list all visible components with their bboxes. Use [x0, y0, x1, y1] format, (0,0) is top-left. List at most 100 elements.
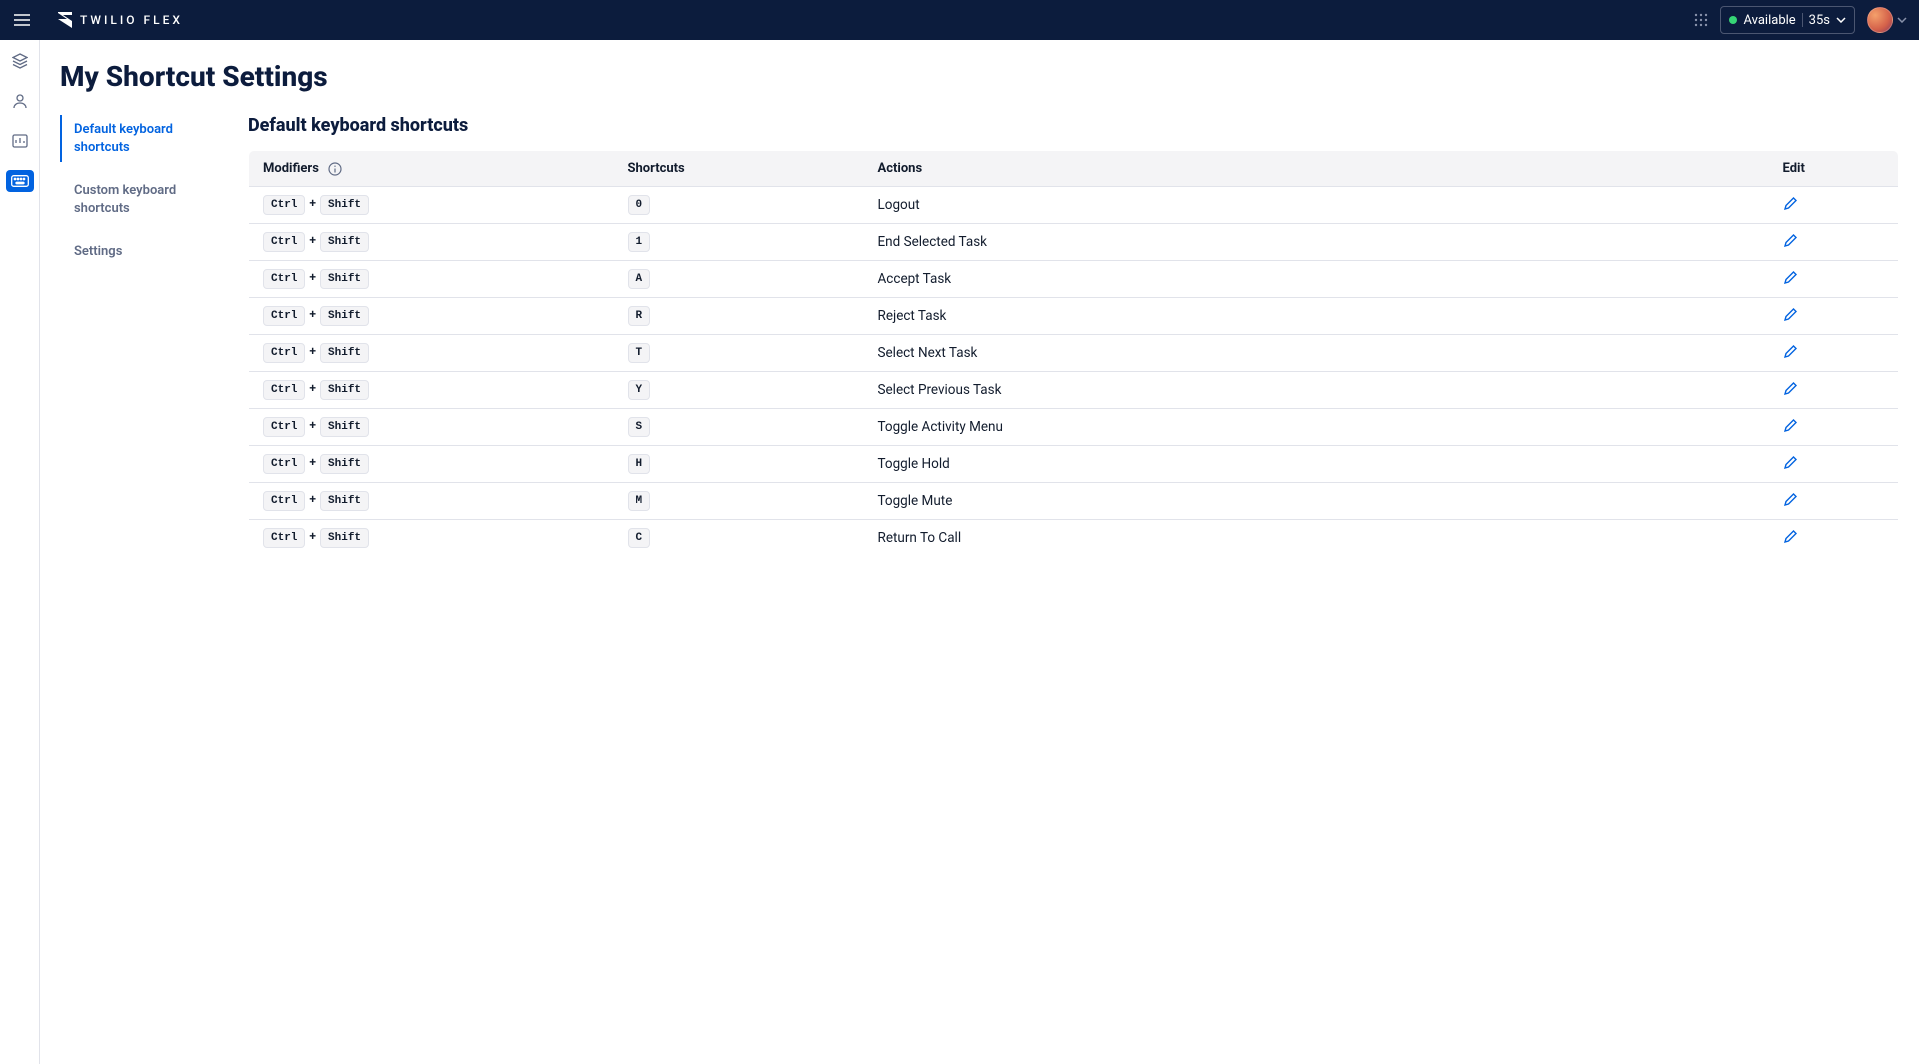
modifiers-cell: Ctrl+Shift — [249, 224, 614, 261]
info-icon — [328, 162, 342, 176]
plus-separator: + — [309, 270, 316, 284]
shortcuts-table: Modifiers Shortcuts Actions Edit Ctrl+Sh… — [248, 150, 1899, 557]
plus-separator: + — [309, 307, 316, 321]
kbd-shift: Shift — [320, 269, 369, 289]
table-row: Ctrl+ShiftAAccept Task — [249, 261, 1899, 298]
edit-shortcut-button[interactable] — [1783, 233, 1798, 248]
edit-shortcut-button[interactable] — [1783, 270, 1798, 285]
section-title: Default keyboard shortcuts — [248, 115, 1899, 136]
status-label: Available — [1743, 13, 1795, 28]
edit-shortcut-button[interactable] — [1783, 307, 1798, 322]
chevron-down-icon — [1836, 17, 1846, 23]
column-header-edit: Edit — [1769, 151, 1899, 187]
side-nav-item[interactable]: Default keyboard shortcuts — [60, 115, 220, 162]
table-row: Ctrl+ShiftTSelect Next Task — [249, 335, 1899, 372]
kbd-ctrl: Ctrl — [263, 491, 305, 511]
shortcut-key-cell: S — [614, 409, 864, 446]
pencil-icon — [1783, 529, 1798, 544]
kbd-shift: Shift — [320, 528, 369, 548]
edit-shortcut-button[interactable] — [1783, 455, 1798, 470]
shortcut-key-cell: 0 — [614, 187, 864, 224]
kbd-ctrl: Ctrl — [263, 454, 305, 474]
edit-shortcut-button[interactable] — [1783, 529, 1798, 544]
action-cell: Select Previous Task — [864, 372, 1769, 409]
plus-separator: + — [309, 381, 316, 395]
edit-cell — [1769, 520, 1899, 557]
edit-shortcut-button[interactable] — [1783, 418, 1798, 433]
dialpad-icon — [1694, 13, 1708, 27]
action-cell: Logout — [864, 187, 1769, 224]
shortcuts-panel: Default keyboard shortcuts Modifiers Sho… — [248, 115, 1899, 557]
kbd-ctrl: Ctrl — [263, 380, 305, 400]
menu-toggle-button[interactable] — [10, 8, 34, 32]
action-cell: Reject Task — [864, 298, 1769, 335]
edit-cell — [1769, 335, 1899, 372]
brand-text: TWILIO FLEX — [80, 13, 183, 27]
kbd-key: C — [628, 528, 651, 548]
table-row: Ctrl+ShiftMToggle Mute — [249, 483, 1899, 520]
user-menu[interactable] — [1867, 7, 1907, 33]
edit-shortcut-button[interactable] — [1783, 196, 1798, 211]
kbd-shift: Shift — [320, 454, 369, 474]
settings-side-nav: Default keyboard shortcuts Custom keyboar… — [60, 115, 220, 281]
rail-queues-button[interactable] — [6, 130, 34, 152]
edit-shortcut-button[interactable] — [1783, 492, 1798, 507]
chevron-down-icon — [1897, 17, 1907, 23]
modifiers-cell: Ctrl+Shift — [249, 335, 614, 372]
pencil-icon — [1783, 270, 1798, 285]
shortcut-key-cell: A — [614, 261, 864, 298]
pencil-icon — [1783, 344, 1798, 359]
edit-shortcut-button[interactable] — [1783, 344, 1798, 359]
shortcut-key-cell: Y — [614, 372, 864, 409]
rail-teams-button[interactable] — [6, 90, 34, 112]
kbd-ctrl: Ctrl — [263, 306, 305, 326]
kbd-ctrl: Ctrl — [263, 195, 305, 215]
plus-separator: + — [309, 344, 316, 358]
pencil-icon — [1783, 455, 1798, 470]
edit-shortcut-button[interactable] — [1783, 381, 1798, 396]
pencil-icon — [1783, 307, 1798, 322]
header-right-group: Available 35s — [1694, 6, 1907, 34]
brand-logo: TWILIO FLEX — [58, 12, 183, 28]
edit-cell — [1769, 372, 1899, 409]
modifiers-info-button[interactable] — [328, 162, 342, 176]
edit-cell — [1769, 298, 1899, 335]
shortcut-key-cell: C — [614, 520, 864, 557]
shortcut-key-cell: H — [614, 446, 864, 483]
edit-cell — [1769, 446, 1899, 483]
main-content: My Shortcut Settings Default keyboard sh… — [40, 40, 1919, 1064]
dashboard-icon — [12, 133, 28, 149]
rail-keyboard-shortcuts-button[interactable] — [6, 170, 34, 192]
side-nav-item[interactable]: Settings — [60, 237, 220, 267]
status-duration: 35s — [1809, 13, 1830, 28]
plus-separator: + — [309, 529, 316, 543]
kbd-ctrl: Ctrl — [263, 269, 305, 289]
status-divider — [1802, 13, 1803, 27]
modifiers-cell: Ctrl+Shift — [249, 483, 614, 520]
modifiers-cell: Ctrl+Shift — [249, 187, 614, 224]
twilio-flex-logo-icon — [58, 12, 72, 28]
keyboard-icon — [11, 175, 29, 187]
modifiers-cell: Ctrl+Shift — [249, 298, 614, 335]
kbd-ctrl: Ctrl — [263, 343, 305, 363]
kbd-key: H — [628, 454, 651, 474]
table-row: Ctrl+ShiftYSelect Previous Task — [249, 372, 1899, 409]
modifiers-cell: Ctrl+Shift — [249, 372, 614, 409]
shortcut-key-cell: R — [614, 298, 864, 335]
table-row: Ctrl+Shift0Logout — [249, 187, 1899, 224]
kbd-ctrl: Ctrl — [263, 232, 305, 252]
edit-cell — [1769, 187, 1899, 224]
rail-tasks-button[interactable] — [6, 50, 34, 72]
table-row: Ctrl+Shift1End Selected Task — [249, 224, 1899, 261]
side-nav-item[interactable]: Custom keyboard shortcuts — [60, 176, 220, 223]
edit-cell — [1769, 261, 1899, 298]
person-icon — [12, 93, 28, 109]
dialpad-button[interactable] — [1694, 13, 1708, 27]
kbd-key: S — [628, 417, 651, 437]
hamburger-icon — [14, 14, 30, 26]
pencil-icon — [1783, 418, 1798, 433]
agent-status-selector[interactable]: Available 35s — [1720, 6, 1855, 34]
edit-cell — [1769, 483, 1899, 520]
edit-cell — [1769, 409, 1899, 446]
plus-separator: + — [309, 418, 316, 432]
